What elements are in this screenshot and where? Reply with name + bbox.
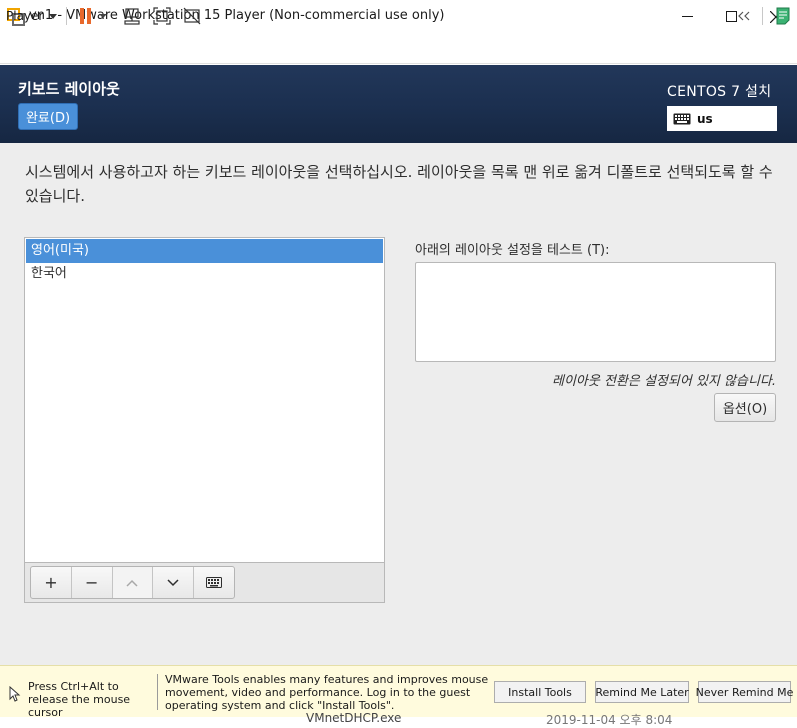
chevron-up-icon xyxy=(126,579,139,587)
collapse-toolbar-icon xyxy=(738,11,750,21)
caret-down-icon xyxy=(49,13,58,19)
pause-button[interactable] xyxy=(75,5,111,27)
player-menu-button[interactable]: Player xyxy=(6,6,58,26)
spoke-title: 키보드 레이아웃 xyxy=(18,80,120,98)
notes-button[interactable] xyxy=(772,5,794,27)
keyboard-icon xyxy=(673,113,691,124)
keyboard-icon xyxy=(206,577,223,588)
send-ctrl-alt-del-icon xyxy=(124,8,140,25)
minimize-icon xyxy=(681,16,693,17)
installer-header xyxy=(0,65,797,143)
release-mouse-hint: Press Ctrl+Alt to release the mouse curs… xyxy=(28,680,131,719)
keyboard-layout-indicator[interactable]: us xyxy=(667,106,777,131)
add-layout-button[interactable]: + xyxy=(31,567,72,598)
toolbar-separator xyxy=(762,7,763,25)
host-file-name: VMnetDHCP.exe xyxy=(306,711,402,725)
layout-list-item[interactable]: 한국어 xyxy=(26,262,383,286)
notification-separator xyxy=(157,674,158,710)
done-button[interactable]: 완료(D) xyxy=(18,103,78,130)
layout-list-item[interactable]: 영어(미국) xyxy=(26,239,383,263)
player-toolbar xyxy=(0,33,797,64)
remind-later-button[interactable]: Remind Me Later xyxy=(595,681,689,703)
collapse-toolbar-button[interactable] xyxy=(733,5,755,27)
layout-switch-status: 레이아웃 전환은 설정되어 있지 않습니다. xyxy=(552,374,776,389)
chevron-down-icon xyxy=(167,578,179,586)
instruction-text: 시스템에서 사용하고자 하는 키보드 레이아웃을 선택하십시오. 레이아웃을 목… xyxy=(25,163,773,205)
remove-layout-button[interactable]: − xyxy=(72,567,113,598)
move-up-button[interactable] xyxy=(112,567,154,598)
layout-list[interactable]: 영어(미국) 한국어 xyxy=(24,237,385,563)
options-button[interactable]: 옵션(O) xyxy=(714,393,776,422)
never-remind-button[interactable]: Never Remind Me xyxy=(696,681,793,703)
mouse-cursor-icon xyxy=(9,685,21,702)
send-ctrl-alt-del-button[interactable] xyxy=(121,5,143,27)
plus-icon: + xyxy=(44,573,58,592)
toolbar-separator xyxy=(66,7,67,25)
layout-list-button-group: + − xyxy=(30,566,235,599)
unity-button[interactable] xyxy=(181,5,203,27)
vmware-tools-message: VMware Tools enables many features and i… xyxy=(165,673,489,712)
host-file-date: 2019-11-04 오후 8:04 xyxy=(546,713,673,727)
minus-icon: − xyxy=(84,573,99,592)
move-down-button[interactable] xyxy=(153,567,195,598)
test-layout-input[interactable] xyxy=(415,262,776,362)
unity-icon xyxy=(183,7,201,25)
layout-code: us xyxy=(697,111,713,126)
pause-icon xyxy=(80,8,107,24)
preview-layout-button[interactable] xyxy=(194,567,234,598)
fit-guest-icon xyxy=(153,7,171,25)
test-layout-label: 아래의 레이아웃 설정을 테스트 (T): xyxy=(415,243,610,258)
fit-guest-button[interactable] xyxy=(151,5,173,27)
player-menu-label: Player xyxy=(6,9,44,23)
install-title: CENTOS 7 설치 xyxy=(667,84,772,100)
minimize-button[interactable] xyxy=(664,0,710,33)
notes-icon xyxy=(776,7,790,25)
install-tools-button[interactable]: Install Tools xyxy=(494,681,586,703)
